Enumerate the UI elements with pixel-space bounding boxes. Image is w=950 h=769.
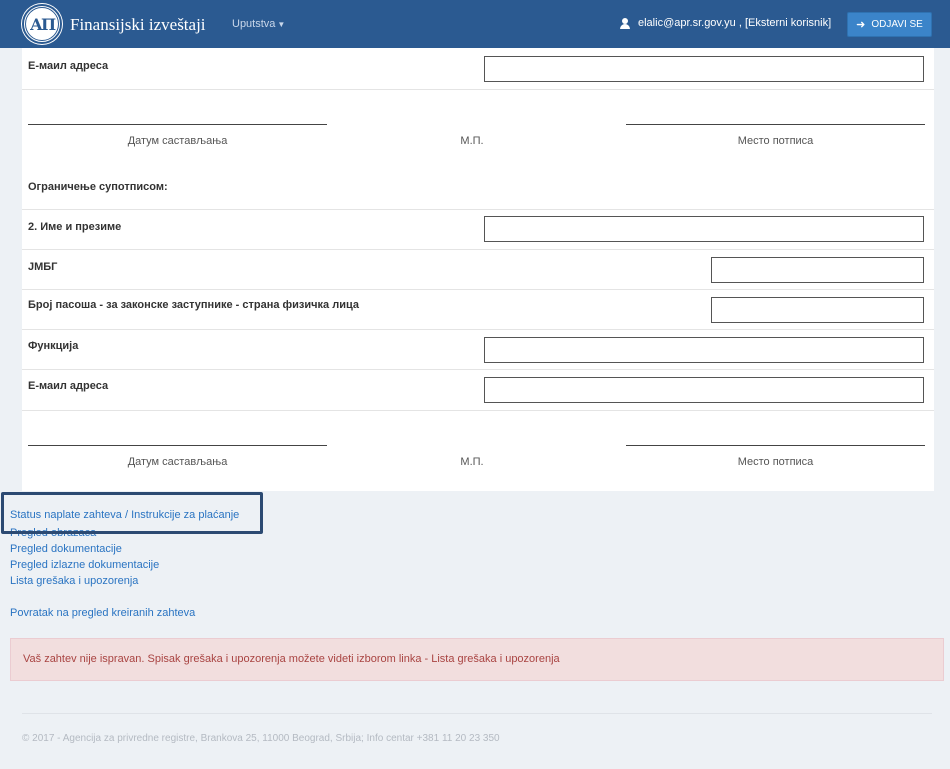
user-info: elalic@apr.sr.gov.yu , [Eksterni korisni…: [620, 17, 831, 29]
passport-input[interactable]: [711, 297, 924, 323]
form-row-email: Е-маил адреса: [22, 370, 934, 411]
passport-label: Број пасоша - за законске заступнике - с…: [28, 299, 359, 311]
footer-text: © 2017 - Agencija za privredne registre,…: [22, 733, 500, 744]
place-signature-line-2: [626, 445, 925, 446]
error-alert: Vaš zahtev nije ispravan. Spisak grešaka…: [10, 638, 944, 681]
function-label: Функција: [28, 340, 79, 352]
place-label: Место потписа: [737, 135, 814, 147]
logout-button[interactable]: ➜ ODJAVI SE: [847, 12, 932, 37]
email-input[interactable]: [484, 377, 924, 403]
apr-logo-icon: АП: [25, 7, 59, 41]
logout-label: ODJAVI SE: [871, 19, 923, 30]
menu-uputstva-label: Uputstva: [232, 18, 276, 30]
user-email: elalic@apr.sr.gov.yu , [Eksterni korisni…: [638, 17, 832, 29]
place-label-2: Место потписа: [737, 456, 814, 468]
link-back-to-requests[interactable]: Povratak na pregled kreiranih zahteva: [10, 607, 195, 619]
highlight-box: [1, 492, 263, 534]
sign-out-icon: ➜: [856, 19, 866, 31]
error-alert-text: Vaš zahtev nije ispravan. Spisak grešaka…: [23, 653, 560, 665]
jmbg-label: ЈМБГ: [28, 261, 58, 273]
form-row-name: 2. Име и презиме: [22, 210, 934, 250]
restriction-label: Ограничење супотписом:: [28, 181, 168, 193]
link-output-documentation[interactable]: Pregled izlazne dokumentacije: [10, 559, 159, 571]
link-documentation-overview[interactable]: Pregled dokumentacije: [10, 543, 122, 555]
name-input[interactable]: [484, 216, 924, 242]
function-input[interactable]: [484, 337, 924, 363]
email-label-top: Е-маил адреса: [28, 60, 109, 72]
footer-divider: [22, 713, 932, 714]
email-label: Е-маил адреса: [28, 380, 109, 392]
date-label: Датум састављања: [127, 135, 228, 147]
place-signature-line: [626, 124, 925, 125]
chevron-down-icon: ▼: [277, 20, 286, 29]
link-errors-warnings[interactable]: Lista grešaka i upozorenja: [10, 575, 138, 587]
date-signature-line-2: [28, 445, 327, 446]
stamp-label-2: М.П.: [460, 456, 484, 468]
form-row-jmbg: ЈМБГ: [22, 250, 934, 290]
form-row-passport: Број пасоша - за законске заступнике - с…: [22, 290, 934, 330]
menu-uputstva[interactable]: Uputstva ▼: [232, 18, 285, 30]
signature-block-1: Датум састављања М.П. Место потписа Огра…: [22, 90, 934, 210]
form-row-email-top: Е-маил адреса: [22, 48, 934, 90]
user-icon: [620, 17, 630, 29]
date-signature-line: [28, 124, 327, 125]
jmbg-input[interactable]: [711, 257, 924, 283]
name-label: 2. Име и презиме: [28, 221, 122, 233]
signature-block-2: Датум састављања М.П. Место потписа: [22, 411, 934, 491]
stamp-label: М.П.: [460, 135, 484, 147]
apr-logo[interactable]: АП: [22, 4, 62, 44]
brand-title[interactable]: Finansijski izveštaji: [70, 15, 206, 35]
top-navbar: АП Finansijski izveštaji Uputstva ▼ elali…: [0, 0, 950, 48]
form-row-function: Функција: [22, 330, 934, 370]
form-panel: Е-маил адреса Датум састављања М.П. Мест…: [22, 48, 934, 491]
date-label-2: Датум састављања: [127, 456, 228, 468]
email-input-top[interactable]: [484, 56, 924, 82]
